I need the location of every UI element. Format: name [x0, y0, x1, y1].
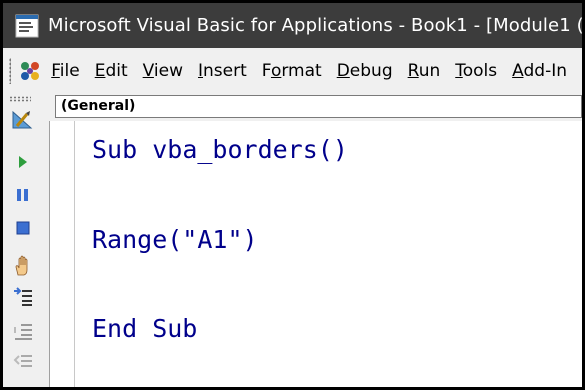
- menu-edit[interactable]: Edit: [95, 61, 128, 81]
- keyword-sub: Sub: [92, 135, 138, 164]
- menu-file[interactable]: File: [51, 61, 79, 81]
- reset-icon[interactable]: [11, 216, 35, 240]
- design-mode-icon[interactable]: [11, 108, 35, 132]
- outdent-icon[interactable]: [11, 319, 35, 343]
- window-title: Microsoft Visual Basic for Applications …: [48, 15, 582, 36]
- menu-bar: File Edit View Insert Format Debug Run T…: [3, 48, 582, 94]
- menu-add-ins[interactable]: Add-In: [512, 61, 567, 81]
- debug-toolbar: [3, 94, 49, 387]
- object-combo[interactable]: (General): [55, 95, 582, 118]
- menu-format[interactable]: Format: [262, 61, 322, 81]
- indent-icon[interactable]: [11, 285, 35, 309]
- code-editor[interactable]: Sub vba_borders() Range("A1") End Sub: [49, 121, 582, 387]
- code-line-3[interactable]: End Sub: [92, 314, 197, 344]
- toolbar-grip[interactable]: [9, 96, 31, 102]
- menubar-grip[interactable]: [9, 58, 12, 84]
- menu-insert[interactable]: Insert: [198, 61, 247, 81]
- break-icon[interactable]: [11, 183, 35, 207]
- vba-window: Microsoft Visual Basic for Applications …: [3, 3, 582, 387]
- code-line-2[interactable]: Range("A1"): [92, 225, 258, 255]
- comment-icon[interactable]: [11, 350, 35, 374]
- title-bar: Microsoft Visual Basic for Applications …: [3, 3, 582, 48]
- hand-icon[interactable]: [11, 254, 35, 278]
- excel-view-icon[interactable]: [17, 58, 43, 84]
- margin-indicator-bar[interactable]: [50, 121, 75, 387]
- menu-run[interactable]: Run: [408, 61, 441, 81]
- menu-tools[interactable]: Tools: [455, 61, 497, 81]
- menu-debug[interactable]: Debug: [337, 61, 393, 81]
- code-line-1[interactable]: Sub vba_borders(): [92, 135, 348, 165]
- run-icon[interactable]: [11, 150, 35, 174]
- menu-view[interactable]: View: [143, 61, 183, 81]
- vba-app-icon[interactable]: [14, 13, 40, 39]
- procedure-name: vba_borders(): [152, 135, 348, 164]
